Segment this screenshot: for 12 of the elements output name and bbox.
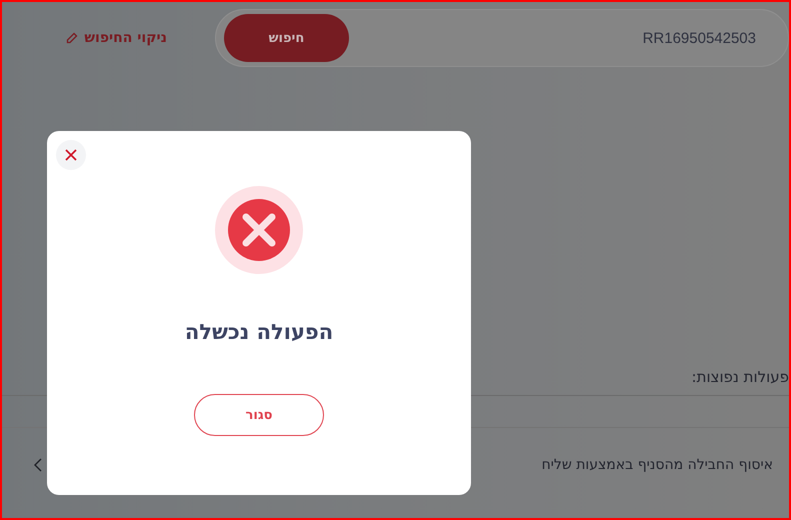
close-dialog-button[interactable]: סגור — [194, 394, 324, 436]
chevron-icon[interactable] — [34, 458, 42, 472]
clear-search-link[interactable]: ניקוי החיפוש — [66, 30, 167, 46]
search-button[interactable]: חיפוש — [224, 14, 349, 62]
close-icon — [65, 149, 77, 161]
close-button[interactable] — [56, 140, 86, 170]
error-icon — [215, 186, 303, 274]
action-item[interactable]: איסוף החבילה מהסניף באמצעות שליח — [542, 457, 773, 473]
dialog-title: הפעולה נכשלה — [184, 320, 334, 344]
pencil-icon — [66, 32, 78, 44]
search-field[interactable]: RR16950542503 — [616, 30, 756, 46]
section-title: פעולות נפוצות: — [692, 368, 789, 386]
